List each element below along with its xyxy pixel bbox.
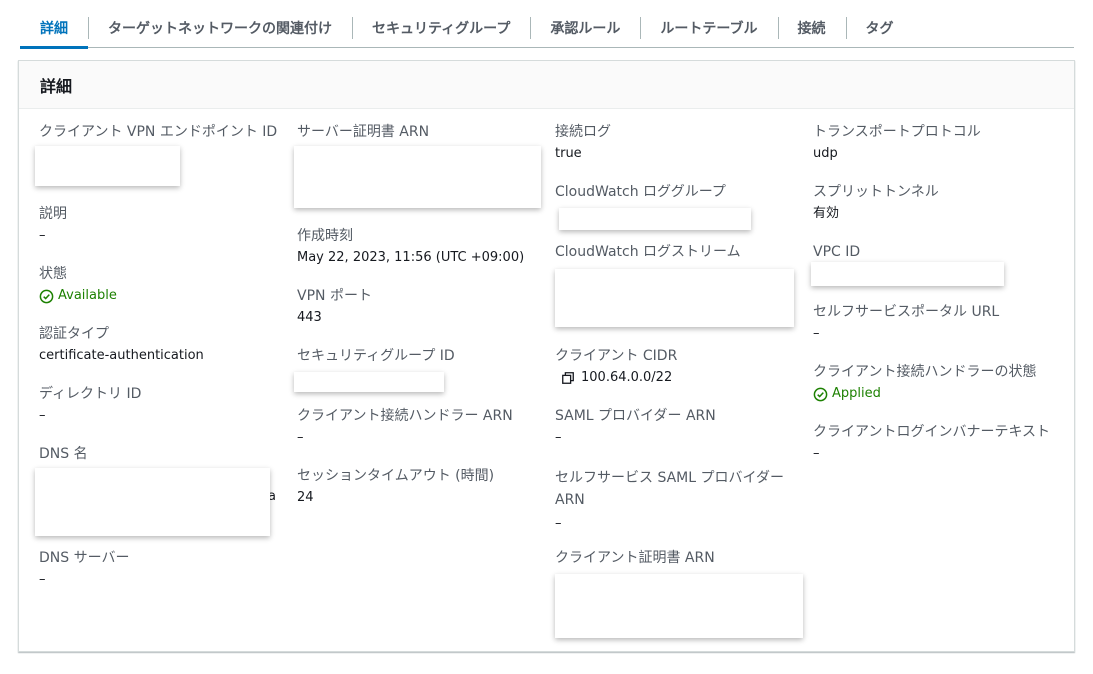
session-timeout-label: セッションタイムアウト (時間) (297, 468, 495, 484)
description-label: 説明 (39, 206, 67, 222)
saml-arn-value: – (555, 430, 562, 445)
created-value: May 22, 2023, 11:56 (UTC +09:00) (297, 250, 525, 265)
transport-value: udp (813, 146, 838, 161)
field-handler-arn: クライアント接続ハンドラー ARN – (297, 407, 547, 447)
field-server-cert-arn: サーバー証明書 ARN (297, 123, 547, 141)
tab-details[interactable]: 詳細 (20, 8, 88, 49)
client-cidr-row: 100.64.0.0/22 (555, 369, 805, 387)
field-connection-log: 接続ログ true (555, 123, 805, 163)
description-value: – (39, 228, 46, 243)
tab-target-network[interactable]: ターゲットネットワークの関連付け (88, 8, 352, 48)
dns-servers-value: – (39, 572, 46, 587)
redacted-security-group-id (294, 372, 444, 392)
field-vpc-id: VPC ID (813, 243, 1063, 261)
field-dns-servers: DNS サーバー – (39, 549, 289, 589)
client-cert-arn-label: クライアント証明書 ARN (555, 550, 715, 566)
redacted-server-cert-arn (294, 146, 541, 208)
vpn-port-value: 443 (297, 310, 322, 325)
connection-log-label: 接続ログ (555, 124, 611, 140)
tab-route-table[interactable]: ルートテーブル (640, 8, 777, 48)
split-tunnel-label: スプリットトンネル (813, 184, 939, 200)
redacted-cw-log-group (559, 208, 751, 230)
selfservice-url-value: – (813, 326, 820, 341)
cw-log-stream-label: CloudWatch ログストリーム (555, 244, 741, 260)
state-label: 状態 (39, 266, 67, 282)
tab-bar: 詳細 ターゲットネットワークの関連付け セキュリティグループ 承認ルール ルート… (20, 8, 1074, 49)
field-selfservice-url: セルフサービスポータル URL – (813, 303, 1063, 343)
field-handler-state: クライアント接続ハンドラーの状態 Applied (813, 363, 1063, 403)
field-endpoint-id: クライアント VPN エンドポイント ID (39, 123, 289, 141)
field-state: 状態 Available (39, 265, 289, 305)
tab-tags[interactable]: タグ (845, 8, 914, 48)
field-security-group-id: セキュリティグループ ID (297, 347, 547, 365)
connection-log-value: true (555, 146, 582, 161)
vpn-port-label: VPN ポート (297, 288, 372, 304)
redacted-vpc-id (811, 262, 1004, 286)
endpoint-id-label: クライアント VPN エンドポイント ID (39, 124, 278, 140)
check-circle-icon (39, 289, 54, 303)
handler-arn-value: – (297, 430, 304, 445)
field-transport: トランスポートプロトコル udp (813, 123, 1063, 163)
panel-title: 詳細 (40, 76, 73, 96)
banner-text-label: クライアントログインバナーテキスト (813, 424, 1051, 440)
created-label: 作成時刻 (297, 228, 353, 244)
security-group-id-label: セキュリティグループ ID (297, 348, 455, 364)
cw-log-group-label: CloudWatch ロググループ (555, 184, 726, 200)
dns-name-label: DNS 名 (39, 446, 88, 462)
handler-state-status: Applied (813, 385, 1063, 403)
tab-authorization-rules[interactable]: 承認ルール (530, 8, 640, 48)
session-timeout-value: 24 (297, 490, 314, 505)
handler-state-value: Applied (832, 386, 881, 401)
field-selfservice-saml-arn: セルフサービス SAML プロバイダー ARN – (555, 467, 795, 533)
details-panel: 詳細 クライアント VPN エンドポイント ID 説明 – 状態 Availab… (18, 60, 1075, 652)
auth-type-value: certificate-authentication (39, 348, 204, 363)
redacted-cw-log-stream (555, 269, 794, 327)
vpc-id-label: VPC ID (813, 244, 861, 260)
selfservice-saml-arn-value: – (555, 516, 562, 531)
saml-arn-label: SAML プロバイダー ARN (555, 408, 716, 424)
client-cidr-label: クライアント CIDR (555, 348, 678, 364)
selfservice-url-label: セルフサービスポータル URL (813, 304, 1000, 320)
panel-header: 詳細 (19, 61, 1074, 109)
field-directory-id: ディレクトリ ID – (39, 385, 289, 425)
dns-servers-label: DNS サーバー (39, 550, 130, 566)
redacted-endpoint-id (35, 146, 180, 186)
field-dns-name: DNS 名 (39, 445, 289, 463)
field-banner-text: クライアントログインバナーテキスト – (813, 423, 1063, 463)
selfservice-saml-arn-label: セルフサービス SAML プロバイダー ARN (555, 470, 784, 508)
field-description: 説明 – (39, 205, 289, 245)
transport-label: トランスポートプロトコル (813, 124, 981, 140)
server-cert-arn-label: サーバー証明書 ARN (297, 124, 430, 140)
check-circle-icon (813, 387, 828, 401)
state-status: Available (39, 287, 289, 305)
tab-security-groups[interactable]: セキュリティグループ (352, 8, 530, 48)
redacted-dns-name (35, 468, 270, 536)
field-vpn-port: VPN ポート 443 (297, 287, 547, 327)
field-session-timeout: セッションタイムアウト (時間) 24 (297, 467, 547, 507)
handler-state-label: クライアント接続ハンドラーの状態 (813, 364, 1037, 380)
field-client-cidr: クライアント CIDR 100.64.0.0/22 (555, 347, 805, 387)
field-split-tunnel: スプリットトンネル 有効 (813, 183, 1063, 223)
tab-connections[interactable]: 接続 (777, 8, 846, 48)
field-saml-arn: SAML プロバイダー ARN – (555, 407, 805, 447)
field-created: 作成時刻 May 22, 2023, 11:56 (UTC +09:00) (297, 227, 547, 267)
field-client-cert-arn: クライアント証明書 ARN (555, 549, 805, 567)
copy-icon[interactable] (561, 371, 575, 385)
handler-arn-label: クライアント接続ハンドラー ARN (297, 408, 513, 424)
banner-text-value: – (813, 446, 820, 461)
field-cw-log-stream: CloudWatch ログストリーム (555, 243, 805, 261)
split-tunnel-value: 有効 (813, 206, 840, 221)
directory-id-label: ディレクトリ ID (39, 386, 142, 402)
redacted-client-cert-arn (555, 574, 803, 638)
auth-type-label: 認証タイプ (39, 326, 109, 342)
client-cidr-value: 100.64.0.0/22 (581, 370, 673, 385)
state-value: Available (58, 288, 117, 303)
directory-id-value: – (39, 408, 46, 423)
field-cw-log-group: CloudWatch ロググループ (555, 183, 805, 201)
field-auth-type: 認証タイプ certificate-authentication (39, 325, 289, 365)
